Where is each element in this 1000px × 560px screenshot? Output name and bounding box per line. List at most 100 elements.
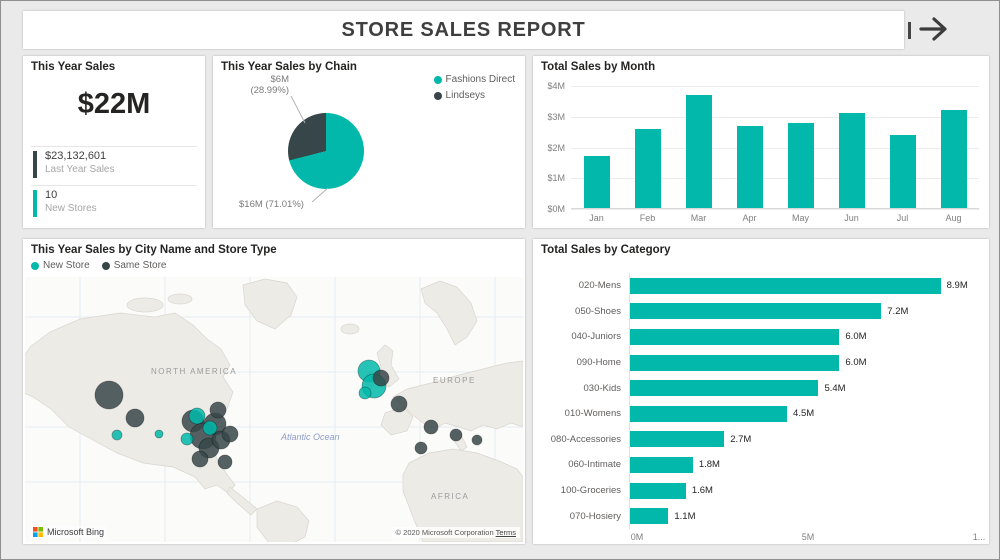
map-bubble-same-store[interactable] — [414, 441, 428, 455]
bar-value-label: 6.0M — [845, 331, 867, 343]
column-bar-aug[interactable] — [940, 110, 967, 208]
column-bar-jan[interactable] — [583, 156, 610, 208]
map-card: This Year Sales by City Name and Store T… — [23, 239, 525, 544]
column-bar-jul[interactable] — [889, 134, 916, 208]
map-bubble-new-store[interactable] — [111, 429, 123, 441]
map-bubble-new-store[interactable] — [188, 407, 206, 425]
category-label: 100-Groceries — [560, 485, 621, 497]
column-slot — [877, 86, 928, 208]
map-bubble-same-store[interactable] — [423, 419, 439, 435]
map-bubble-same-store[interactable] — [94, 380, 124, 410]
category-label: 050-Shoes — [575, 305, 621, 317]
pie-chart-card: This Year Sales by Chain Fashions Direct… — [213, 56, 525, 228]
legend-dot-icon — [31, 261, 39, 270]
legend-item[interactable]: Same Store — [101, 260, 167, 271]
kpi-row-label: Last Year Sales — [45, 164, 115, 175]
map-bubble-same-store[interactable] — [191, 450, 209, 468]
legend-item[interactable]: Lindseys — [433, 90, 515, 101]
pie-chart[interactable] — [288, 113, 364, 189]
column-bar-mar[interactable] — [685, 95, 712, 208]
bar-020-mens[interactable] — [630, 277, 941, 294]
legend-dot-icon — [101, 261, 110, 270]
category-row: 100-Groceries 1.6M — [541, 477, 979, 504]
x-axis-tick: Apr — [742, 213, 757, 223]
report-header: STORE SALES REPORT — [23, 11, 904, 49]
map-bubble-same-store[interactable] — [209, 401, 227, 419]
y-axis-tick: $3M — [547, 111, 565, 122]
column-slot — [928, 86, 979, 208]
copyright-text: © 2020 Microsoft Corporation — [395, 528, 494, 537]
column-bar-may[interactable] — [787, 122, 814, 208]
legend-label: Same Store — [113, 260, 167, 271]
bar-value-label: 7.2M — [887, 305, 909, 317]
column-bar-apr[interactable] — [736, 125, 763, 208]
category-label: 040-Juniors — [571, 331, 621, 343]
nav-handle[interactable] — [908, 22, 911, 39]
report-page: STORE SALES REPORT This Year Sales $22M … — [0, 0, 1000, 560]
bar-track: 1.8M — [629, 452, 979, 478]
map-bubble-same-store[interactable] — [372, 369, 390, 387]
legend-label: Lindseys — [445, 90, 485, 101]
map-bubble-new-store[interactable] — [180, 432, 194, 446]
bar-080-accessories[interactable] — [630, 431, 725, 448]
kpi-color-bar — [33, 151, 37, 178]
category-label: 020-Mens — [578, 280, 621, 292]
column-bar-jun[interactable] — [838, 113, 865, 208]
map-bubble-new-store[interactable] — [202, 420, 218, 436]
bing-attribution[interactable]: Microsoft Bing — [30, 526, 108, 538]
map-bubble-same-store[interactable] — [217, 454, 233, 470]
category-label: 070-Hosiery — [569, 510, 621, 522]
map-bubble-new-store[interactable] — [358, 386, 372, 400]
bar-090-home[interactable] — [630, 354, 840, 371]
x-axis: 0M 5M 1... — [631, 532, 986, 544]
map-copyright: © 2020 Microsoft Corporation Terms — [391, 527, 520, 538]
map-bubble-same-store[interactable] — [390, 395, 408, 413]
map-bubble-same-store[interactable] — [221, 425, 239, 443]
category-row: 060-Intimate 1.8M — [541, 452, 979, 478]
x-axis-tick: Aug — [945, 213, 962, 223]
category-label: 030-Kids — [583, 382, 622, 394]
map-bubble-same-store[interactable] — [125, 408, 145, 428]
map-bubble-same-store[interactable] — [449, 428, 463, 442]
legend-item[interactable]: New Store — [31, 260, 90, 271]
bar-track: 4.5M — [629, 400, 979, 427]
bar-track: 1.1M — [629, 503, 979, 529]
kpi-row-value: $23,132,601 — [45, 150, 107, 162]
legend-item[interactable]: Fashions Direct — [433, 74, 515, 85]
arrow-right-icon — [919, 16, 947, 41]
pie-callout-lindseys: $6M (28.99%) — [217, 74, 289, 96]
bar-050-shoes[interactable] — [630, 303, 882, 320]
kpi-row-new-stores[interactable]: 10 New Stores — [33, 189, 197, 219]
x-axis-tick: Jan — [589, 213, 604, 223]
map-bubble-same-store[interactable] — [471, 434, 483, 446]
x-axis-tick: 1... — [972, 532, 986, 542]
kpi-row-label: New Stores — [45, 203, 97, 214]
category-row: 030-Kids 5.4M — [541, 375, 979, 401]
bar-070-hosiery[interactable] — [630, 508, 669, 525]
y-axis-tick: $4M — [547, 81, 565, 91]
pie-legend: Fashions Direct Lindseys — [433, 74, 515, 101]
category-row: 010-Womens 4.5M — [541, 400, 979, 427]
bar-010-womens[interactable] — [630, 405, 788, 422]
bar-value-label: 2.7M — [730, 433, 752, 445]
legend-dot-icon — [433, 75, 442, 84]
bar-100-groceries[interactable] — [630, 482, 686, 499]
kpi-row-last-year[interactable]: $23,132,601 Last Year Sales — [33, 150, 197, 180]
bar-040-juniors[interactable] — [630, 328, 840, 345]
bar-030-kids[interactable] — [630, 380, 819, 397]
month-bar-chart-card: Total Sales by Month $4M $3M $2M $1M $0M Jan… — [533, 56, 989, 228]
y-axis-tick: $1M — [547, 173, 565, 184]
terms-link[interactable]: Terms — [496, 528, 516, 537]
y-axis-tick: $0M — [547, 204, 565, 214]
map[interactable]: NORTH AMERICA EUROPE AFRICA Atlantic Oce… — [25, 277, 523, 542]
category-rows: 020-Mens 8.9M 050-Shoes 7.2M 040-Juniors 6.0M… — [541, 273, 979, 529]
x-axis-tick: Mar — [690, 213, 707, 223]
bar-track: 8.9M — [629, 273, 979, 299]
next-page-arrow-button[interactable] — [916, 13, 954, 47]
map-bubble-new-store[interactable] — [154, 429, 164, 439]
kpi-main-value: $22M — [77, 88, 151, 120]
bar-060-intimate[interactable] — [630, 456, 693, 473]
chart-title: Total Sales by Month — [541, 61, 656, 73]
map-label-atlantic-ocean: Atlantic Ocean — [280, 432, 340, 442]
column-bar-feb[interactable] — [634, 128, 661, 208]
